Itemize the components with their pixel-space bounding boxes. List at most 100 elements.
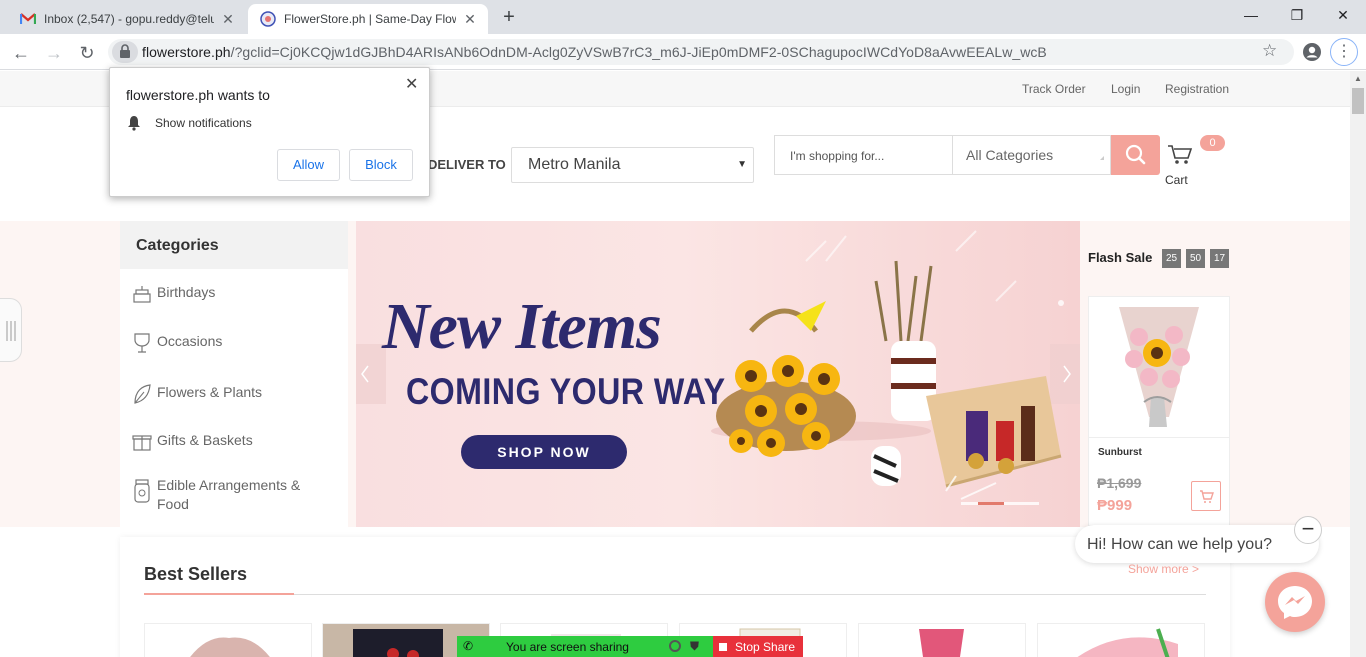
messenger-chat-button[interactable] — [1265, 572, 1325, 632]
allow-button[interactable]: Allow — [277, 149, 340, 181]
section-accent-line — [144, 593, 294, 595]
timer-seconds: 17 — [1210, 249, 1229, 268]
minimize-icon[interactable]: — — [1228, 4, 1274, 26]
category-item-gifts-baskets[interactable]: Gifts & Baskets — [132, 431, 342, 453]
page-scrollbar[interactable] — [1350, 71, 1366, 657]
cake-icon — [132, 283, 152, 305]
stop-icon — [719, 642, 727, 651]
screen-share-text: You are screen sharing — [506, 640, 629, 654]
popup-close-icon[interactable]: ✕ — [405, 74, 418, 94]
category-label: Birthdays — [157, 284, 216, 300]
hero-banner[interactable]: New Items COMING YOUR WAY SHOP NOW — [356, 221, 1080, 527]
messenger-icon — [1278, 586, 1312, 619]
search-icon — [1125, 144, 1146, 165]
product-price: ₱999 — [1097, 497, 1133, 514]
city-value: Metro Manila — [528, 156, 621, 173]
menu-dots-icon[interactable]: ⋮ — [1330, 38, 1358, 66]
flowerstore-icon — [260, 11, 276, 27]
timer-hours: 25 — [1162, 249, 1181, 268]
scrollbar-thumb[interactable] — [1352, 88, 1364, 114]
glass-icon — [132, 332, 152, 354]
close-tab-icon[interactable]: ✕ — [220, 11, 236, 27]
city-select[interactable]: Metro Manila ▼ — [511, 147, 754, 183]
popup-permission-text: Show notifications — [155, 116, 252, 130]
registration-link[interactable]: Registration — [1165, 82, 1229, 96]
leaf-icon — [132, 383, 152, 405]
category-value: All Categories — [966, 147, 1054, 163]
cart-label[interactable]: Cart — [1165, 173, 1188, 187]
timer-minutes: 50 — [1186, 249, 1205, 268]
cart-icon[interactable] — [1166, 143, 1194, 167]
product-thumbnail[interactable] — [144, 623, 312, 657]
card-divider — [1089, 437, 1229, 438]
shop-now-button[interactable]: SHOP NOW — [461, 435, 627, 469]
product-old-price: ₱1,699 — [1097, 475, 1142, 491]
new-tab-icon[interactable]: + — [498, 7, 520, 29]
category-select[interactable]: All Categories — [953, 135, 1111, 175]
sunburst-bouquet-image — [1119, 307, 1199, 427]
url-text: flowerstore.ph/?gclid=Cj0KCQjw1dGJBhD4AR… — [142, 44, 1047, 60]
close-tab-icon[interactable]: ✕ — [462, 11, 478, 27]
side-drawer-handle[interactable] — [0, 298, 22, 362]
tab-flowerstore[interactable]: FlowerStore.ph | Same-Day Flowe ✕ — [248, 4, 488, 34]
categories-title: Categories — [136, 237, 219, 254]
category-item-flowers-plants[interactable]: Flowers & Plants — [132, 383, 342, 405]
screen-share-status: ✆ You are screen sharing ⛊ — [457, 636, 713, 657]
product-thumbnail[interactable] — [858, 623, 1026, 657]
deliver-to-label: DELIVER TO — [428, 157, 506, 172]
best-sellers-title: Best Sellers — [144, 564, 248, 584]
stop-share-label: Stop Share — [735, 639, 796, 654]
category-label: Occasions — [157, 333, 223, 349]
gmail-icon — [20, 11, 36, 27]
search-button[interactable] — [1111, 135, 1160, 175]
screen-share-bar: ✆ You are screen sharing ⛊ Stop Share — [457, 636, 803, 657]
bell-icon — [127, 115, 141, 131]
banner-headline: New Items — [382, 290, 662, 363]
chat-show-more-link[interactable]: Show more > — [1128, 562, 1199, 576]
scroll-up-icon[interactable]: ▲ — [1354, 74, 1362, 83]
url-host: flowerstore.ph — [142, 44, 231, 60]
category-label: Gifts & Baskets — [157, 432, 253, 448]
bookmark-star-icon[interactable]: ☆ — [1262, 41, 1277, 61]
back-icon[interactable]: ← — [10, 42, 32, 64]
window-close-icon[interactable]: ✕ — [1320, 4, 1366, 26]
category-item-occasions[interactable]: Occasions — [132, 332, 342, 354]
select-corner-icon — [1096, 156, 1104, 160]
section-divider — [144, 594, 1206, 595]
banner-subheadline: COMING YOUR WAY — [406, 371, 726, 412]
add-to-cart-button[interactable] — [1191, 481, 1221, 511]
flash-sale-title: Flash Sale — [1088, 250, 1153, 265]
reload-icon[interactable]: ↻ — [76, 42, 98, 64]
stop-share-button[interactable]: Stop Share — [713, 636, 803, 657]
maximize-icon[interactable]: ❐ — [1274, 4, 1320, 26]
popup-title: flowerstore.ph wants to — [126, 87, 270, 103]
dropdown-arrow-icon: ▼ — [737, 159, 747, 170]
product-thumbnail[interactable] — [1037, 623, 1205, 657]
search-input[interactable]: I'm shopping for... — [774, 135, 953, 175]
block-button[interactable]: Block — [349, 149, 413, 181]
category-label: Edible Arrangements & Food — [157, 477, 301, 512]
jar-icon — [132, 479, 152, 503]
cart-count-badge: 0 — [1200, 135, 1225, 151]
tab-title: FlowerStore.ph | Same-Day Flowe — [284, 12, 456, 26]
search-placeholder: I'm shopping for... — [790, 149, 885, 163]
profile-icon[interactable] — [1302, 42, 1322, 62]
url-path: /?gclid=Cj0KCQjw1dGJBhD4ARIsANb6OdnDM-Ac… — [230, 44, 1047, 60]
tab-gmail[interactable]: Inbox (2,547) - gopu.reddy@telu ✕ — [8, 4, 246, 34]
shield-icon: ⛊ — [690, 639, 700, 653]
gift-icon — [132, 431, 152, 453]
category-label: Flowers & Plants — [157, 384, 263, 400]
lock-icon[interactable] — [112, 41, 138, 63]
category-item-birthdays[interactable]: Birthdays — [132, 283, 342, 305]
category-item-edible-arrangements[interactable]: Edible Arrangements & Food — [132, 476, 322, 514]
record-icon — [669, 640, 681, 652]
chat-minimize-icon[interactable]: − — [1294, 516, 1322, 544]
cart-icon — [1200, 490, 1214, 503]
chat-greeting-text: Hi! How can we help you? — [1087, 536, 1272, 553]
phone-icon: ✆ — [463, 639, 474, 653]
login-link[interactable]: Login — [1111, 82, 1140, 96]
track-order-link[interactable]: Track Order — [1022, 82, 1086, 96]
forward-icon[interactable]: → — [43, 42, 65, 64]
product-name[interactable]: Sunburst — [1098, 447, 1142, 458]
tab-title: Inbox (2,547) - gopu.reddy@telu — [44, 12, 214, 26]
